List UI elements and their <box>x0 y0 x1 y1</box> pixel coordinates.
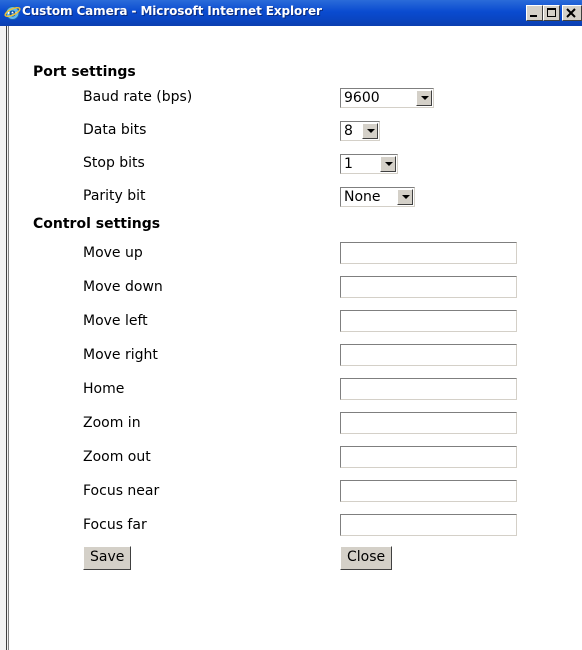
port-settings-heading: Port settings <box>33 64 136 80</box>
data-bits-label: Data bits <box>83 122 147 138</box>
parity-bit-label: Parity bit <box>83 188 146 204</box>
internet-explorer-icon: e <box>4 4 21 21</box>
home-input[interactable] <box>340 378 517 400</box>
move-down-label: Move down <box>83 279 163 295</box>
maximize-button[interactable] <box>543 5 560 21</box>
move-left-input[interactable] <box>340 310 517 332</box>
ie-window: e Custom Camera - Microsoft Internet Exp… <box>0 0 582 650</box>
stop-bits-select[interactable]: 1 <box>340 154 398 174</box>
close-icon <box>566 8 576 18</box>
data-bits-value: 8 <box>344 123 353 139</box>
focus-far-label: Focus far <box>83 517 147 533</box>
close-window-button[interactable] <box>562 5 582 21</box>
zoom-out-input[interactable] <box>340 446 517 468</box>
stop-bits-label: Stop bits <box>83 155 145 171</box>
stop-bits-value: 1 <box>344 156 353 172</box>
chevron-down-icon[interactable] <box>397 189 413 205</box>
move-left-label: Move left <box>83 313 148 329</box>
zoom-in-label: Zoom in <box>83 415 141 431</box>
title-bar: e Custom Camera - Microsoft Internet Exp… <box>0 0 582 26</box>
close-button[interactable]: Close <box>340 546 393 570</box>
baud-rate-value: 9600 <box>344 90 380 106</box>
maximize-icon <box>547 8 556 17</box>
move-down-input[interactable] <box>340 276 517 298</box>
window-title: Custom Camera - Microsoft Internet Explo… <box>22 4 322 18</box>
window-frame-left <box>0 26 9 650</box>
chevron-down-icon[interactable] <box>416 90 432 106</box>
move-up-label: Move up <box>83 245 143 261</box>
parity-bit-value: None <box>344 189 381 205</box>
move-up-input[interactable] <box>340 242 517 264</box>
parity-bit-select[interactable]: None <box>340 187 415 207</box>
focus-near-input[interactable] <box>340 480 517 502</box>
baud-rate-label: Baud rate (bps) <box>83 89 193 105</box>
zoom-in-input[interactable] <box>340 412 517 434</box>
focus-near-label: Focus near <box>83 483 160 499</box>
focus-far-input[interactable] <box>340 514 517 536</box>
chevron-down-icon[interactable] <box>380 156 396 172</box>
save-button[interactable]: Save <box>83 546 132 570</box>
minimize-icon <box>530 15 537 17</box>
move-right-input[interactable] <box>340 344 517 366</box>
data-bits-select[interactable]: 8 <box>340 121 380 141</box>
control-settings-heading: Control settings <box>33 216 161 232</box>
move-right-label: Move right <box>83 347 158 363</box>
chevron-down-icon[interactable] <box>362 123 378 139</box>
baud-rate-select[interactable]: 9600 <box>340 88 434 108</box>
home-label: Home <box>83 381 125 397</box>
zoom-out-label: Zoom out <box>83 449 151 465</box>
minimize-button[interactable] <box>526 5 543 21</box>
